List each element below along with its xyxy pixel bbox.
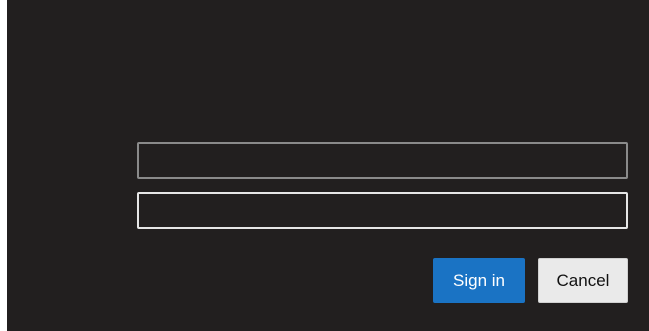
sign-in-dialog: Sign in Cancel [7, 0, 649, 331]
sign-in-button[interactable]: Sign in [433, 258, 525, 303]
cancel-button[interactable]: Cancel [538, 258, 628, 303]
password-field[interactable] [137, 192, 628, 229]
username-field[interactable] [137, 142, 628, 179]
